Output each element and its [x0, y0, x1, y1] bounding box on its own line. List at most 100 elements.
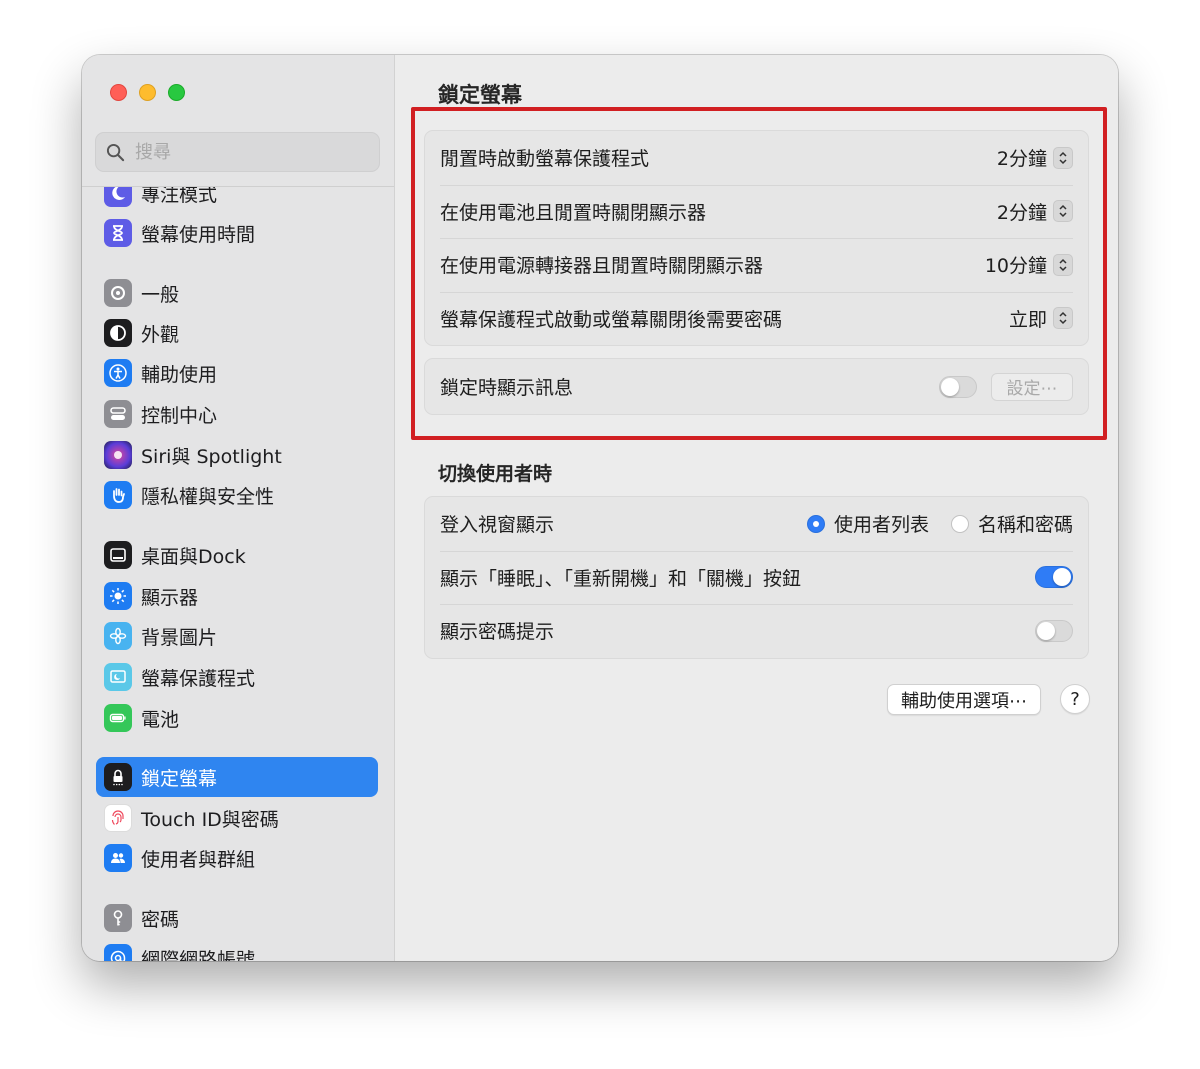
chevron-up-down-icon[interactable] [1053, 253, 1073, 276]
appearance-icon [104, 319, 132, 347]
sidebar-item-label: 電池 [141, 708, 180, 731]
sidebar-item-label: 一般 [141, 283, 180, 306]
popup-button[interactable]: 2分鐘 [997, 144, 1073, 171]
popup-button[interactable]: 立即 [1009, 305, 1073, 332]
setting-row-screensaver-start: 閒置時啟動螢幕保護程式 2分鐘 [425, 131, 1088, 185]
radio-label: 使用者列表 [833, 514, 929, 537]
sidebar: 專注模式 螢幕使用時間 一般 外觀 [82, 55, 395, 961]
sidebar-item-battery[interactable]: 電池 [96, 698, 378, 738]
setting-label: 顯示「睡眠」、「重新開機」和「關機」按鈕 [440, 567, 802, 590]
sidebar-item-control-center[interactable]: 控制中心 [96, 394, 378, 434]
sidebar-item-appearance[interactable]: 外觀 [96, 313, 378, 353]
chevron-up-down-icon[interactable] [1053, 307, 1073, 330]
sidebar-item-lock-screen[interactable]: 鎖定螢幕 [96, 757, 378, 797]
setting-row-lock-message: 鎖定時顯示訊息 設定⋯ [425, 359, 1088, 414]
setting-row-login-window: 登入視窗顯示 使用者列表 名稱和密碼 [425, 497, 1088, 551]
content-pane: 鎖定螢幕 閒置時啟動螢幕保護程式 2分鐘 在使用電池且閒置時關閉顯示器 2分鐘 [395, 55, 1118, 961]
sidebar-item-displays[interactable]: 顯示器 [96, 576, 378, 616]
battery-icon [104, 704, 132, 732]
sidebar-item-label: Siri與 Spotlight [141, 445, 282, 468]
sun-icon [104, 582, 132, 610]
sidebar-item-desktop-dock[interactable]: 桌面與Dock [96, 535, 378, 575]
sidebar-item-label: 隱私權與安全性 [141, 485, 275, 508]
chevron-up-down-icon[interactable] [1053, 200, 1073, 223]
setting-row-battery-display-off: 在使用電池且閒置時關閉顯示器 2分鐘 [425, 184, 1088, 239]
search-icon [106, 143, 125, 161]
sidebar-item-label: 桌面與Dock [141, 545, 246, 568]
sidebar-item-label: 控制中心 [141, 404, 218, 427]
sidebar-item-users-groups[interactable]: 使用者與群組 [96, 838, 378, 878]
sidebar-item-label: 螢幕使用時間 [141, 223, 256, 246]
sidebar-item-label: 外觀 [141, 323, 180, 346]
sidebar-item-wallpaper[interactable]: 背景圖片 [96, 616, 378, 656]
chevron-up-down-icon[interactable] [1053, 146, 1073, 169]
setting-value: 10分鐘 [984, 255, 1047, 278]
sidebar-item-label: 網際網路帳號 [141, 948, 256, 962]
help-button[interactable]: ? [1060, 684, 1090, 714]
sidebar-item-screensaver[interactable]: 螢幕保護程式 [96, 657, 378, 697]
moon-icon [104, 187, 132, 207]
sidebar-item-general[interactable]: 一般 [96, 273, 378, 313]
sidebar-item-touch-id[interactable]: Touch ID與密碼 [96, 798, 378, 838]
search-input[interactable] [133, 140, 357, 164]
dock-icon [104, 541, 132, 569]
screensaver-icon [104, 663, 132, 691]
sidebar-item-accessibility[interactable]: 輔助使用 [96, 353, 378, 393]
radio-button[interactable] [806, 514, 825, 533]
sidebar-item-label: 專注模式 [141, 186, 218, 206]
setting-label: 顯示密碼提示 [440, 621, 555, 644]
setting-row-password-hint: 顯示密碼提示 [425, 604, 1088, 658]
setting-label: 在使用電池且閒置時關閉顯示器 [440, 201, 707, 224]
login-window-radio-group: 使用者列表 名稱和密碼 [785, 510, 1073, 537]
setting-label: 螢幕保護程式啟動或螢幕關閉後需要密碼 [440, 308, 783, 331]
popup-button[interactable]: 10分鐘 [985, 251, 1073, 278]
zoom-window-button[interactable] [168, 84, 185, 101]
hourglass-icon [104, 219, 132, 247]
lock-icon [104, 763, 132, 791]
toggles-icon [104, 400, 132, 428]
sidebar-item-siri-spotlight[interactable]: Siri與 Spotlight [96, 435, 378, 475]
sidebar-item-privacy[interactable]: 隱私權與安全性 [96, 475, 378, 515]
sidebar-item-label: Touch ID與密碼 [141, 808, 279, 831]
password-hint-toggle[interactable] [1035, 619, 1073, 642]
sidebar-item-label: 背景圖片 [141, 626, 218, 649]
switch-user-group: 登入視窗顯示 使用者列表 名稱和密碼 顯示「睡眠」、「重新開機」和「關機」按鈕 [424, 496, 1089, 659]
key-icon [104, 904, 132, 932]
accessibility-options-button[interactable]: 輔助使用選項⋯ [887, 684, 1041, 715]
close-window-button[interactable] [110, 84, 127, 101]
setting-label: 登入視窗顯示 [440, 514, 555, 537]
sidebar-item-label: 密碼 [141, 908, 180, 931]
sidebar-item-label: 螢幕保護程式 [141, 667, 256, 690]
radio-button[interactable] [950, 514, 969, 533]
radio-option-name-password[interactable]: 名稱和密碼 [950, 510, 1073, 537]
setting-label: 鎖定時顯示訊息 [440, 377, 574, 399]
show-buttons-toggle[interactable] [1035, 566, 1073, 589]
fingerprint-icon [104, 804, 132, 832]
timing-settings-group: 閒置時啟動螢幕保護程式 2分鐘 在使用電池且閒置時關閉顯示器 2分鐘 在使用電源… [424, 130, 1089, 346]
sidebar-item-internet-accounts[interactable]: 網際網路帳號 [96, 938, 378, 961]
setting-value: 2分鐘 [996, 148, 1047, 171]
sidebar-item-passwords[interactable]: 密碼 [96, 898, 378, 938]
lock-message-toggle[interactable] [939, 375, 977, 398]
sidebar-item-focus[interactable]: 專注模式 [96, 186, 378, 213]
sidebar-item-label: 鎖定螢幕 [141, 767, 218, 790]
search-field[interactable] [95, 132, 380, 172]
radio-label: 名稱和密碼 [977, 514, 1073, 537]
sidebar-item-label: 輔助使用 [141, 363, 218, 386]
minimize-window-button[interactable] [139, 84, 156, 101]
sidebar-list[interactable]: 專注模式 螢幕使用時間 一般 外觀 輔助使用 控制中心 Siri與 Spotli… [82, 186, 394, 961]
setting-label: 在使用電源轉接器且閒置時關閉顯示器 [440, 255, 764, 278]
accessibility-icon [104, 359, 132, 387]
radio-option-user-list[interactable]: 使用者列表 [806, 510, 929, 537]
lock-message-group: 鎖定時顯示訊息 設定⋯ [424, 358, 1089, 415]
popup-button[interactable]: 2分鐘 [997, 198, 1073, 225]
setting-row-require-password: 螢幕保護程式啟動或螢幕關閉後需要密碼 立即 [425, 291, 1088, 346]
gear-icon [104, 279, 132, 307]
set-message-button[interactable]: 設定⋯ [991, 372, 1073, 401]
sidebar-item-label: 使用者與群組 [141, 848, 256, 871]
hand-icon [104, 481, 132, 509]
setting-value: 2分鐘 [996, 201, 1047, 224]
sidebar-item-screen-time[interactable]: 螢幕使用時間 [96, 213, 378, 253]
siri-icon [104, 441, 132, 469]
section-title: 切換使用者時 [438, 463, 553, 485]
